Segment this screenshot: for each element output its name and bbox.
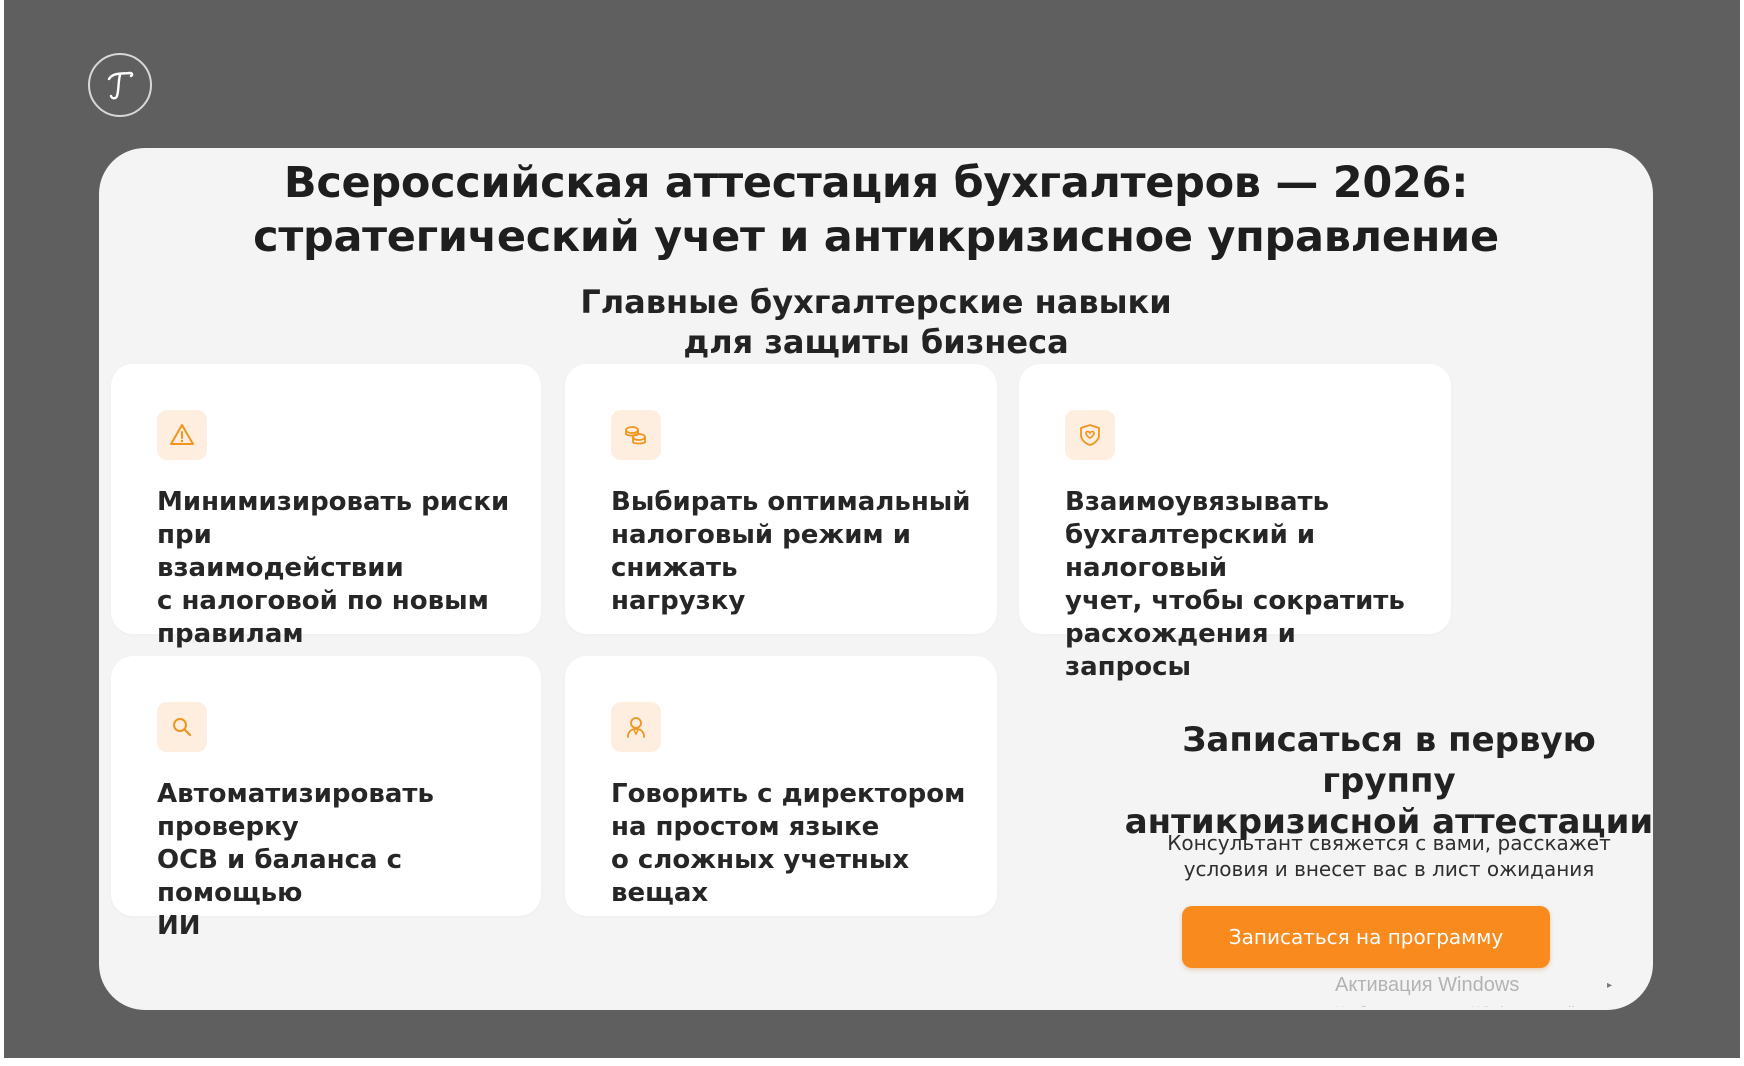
skill-card-tax-regime: Выбирать оптимальный налоговый режим и с… (565, 364, 997, 634)
brand-logo[interactable] (88, 53, 152, 117)
coins-icon (611, 410, 661, 460)
page-title: Всероссийская аттестация бухгалтеров — 2… (253, 158, 1499, 262)
skill-card-director: Говорить с директором на простом языке о… (565, 656, 997, 916)
search-icon (157, 702, 207, 752)
section-subtitle: Главные бухгалтерские навыки для защиты … (580, 283, 1172, 361)
skill-text: Говорить с директором на простом языке о… (611, 779, 966, 908)
cta-title: Записаться в первую группу антикризисной… (1124, 720, 1653, 842)
skill-card-risks: Минимизировать риски при взаимодействии … (111, 364, 541, 649)
brand-logo-icon (107, 71, 134, 100)
windows-activation-subtext: Чтобы активировать Windows, перейдите (1335, 997, 1615, 1007)
windows-activation-watermark: Активация Windows (1335, 974, 1520, 996)
skill-text: Минимизировать риски при взаимодействии … (157, 487, 510, 649)
skill-text: Автоматизировать проверку ОСВ и баланса … (157, 779, 434, 941)
warning-icon (157, 410, 207, 460)
main-card: Всероссийская аттестация бухгалтеров — 2… (99, 148, 1653, 1010)
shield-icon (1065, 410, 1115, 460)
person-icon (611, 702, 661, 752)
skill-text: Выбирать оптимальный налоговый режим и с… (611, 487, 971, 616)
skill-card-reconciliation: Взаимоувязывать бухгалтерский и налоговы… (1019, 364, 1451, 682)
screen-backdrop: Всероссийская аттестация бухгалтеров — 2… (4, 0, 1740, 1058)
skill-card-automation: Автоматизировать проверку ОСВ и баланса … (111, 656, 541, 941)
skill-text: Взаимоувязывать бухгалтерский и налоговы… (1065, 487, 1405, 682)
cta-description: Консультант свяжется с вами, расскажет у… (1167, 831, 1611, 881)
enroll-button[interactable]: Записаться на программу (1182, 906, 1550, 968)
scroll-right-arrow-icon: ▸ (1607, 980, 1613, 991)
